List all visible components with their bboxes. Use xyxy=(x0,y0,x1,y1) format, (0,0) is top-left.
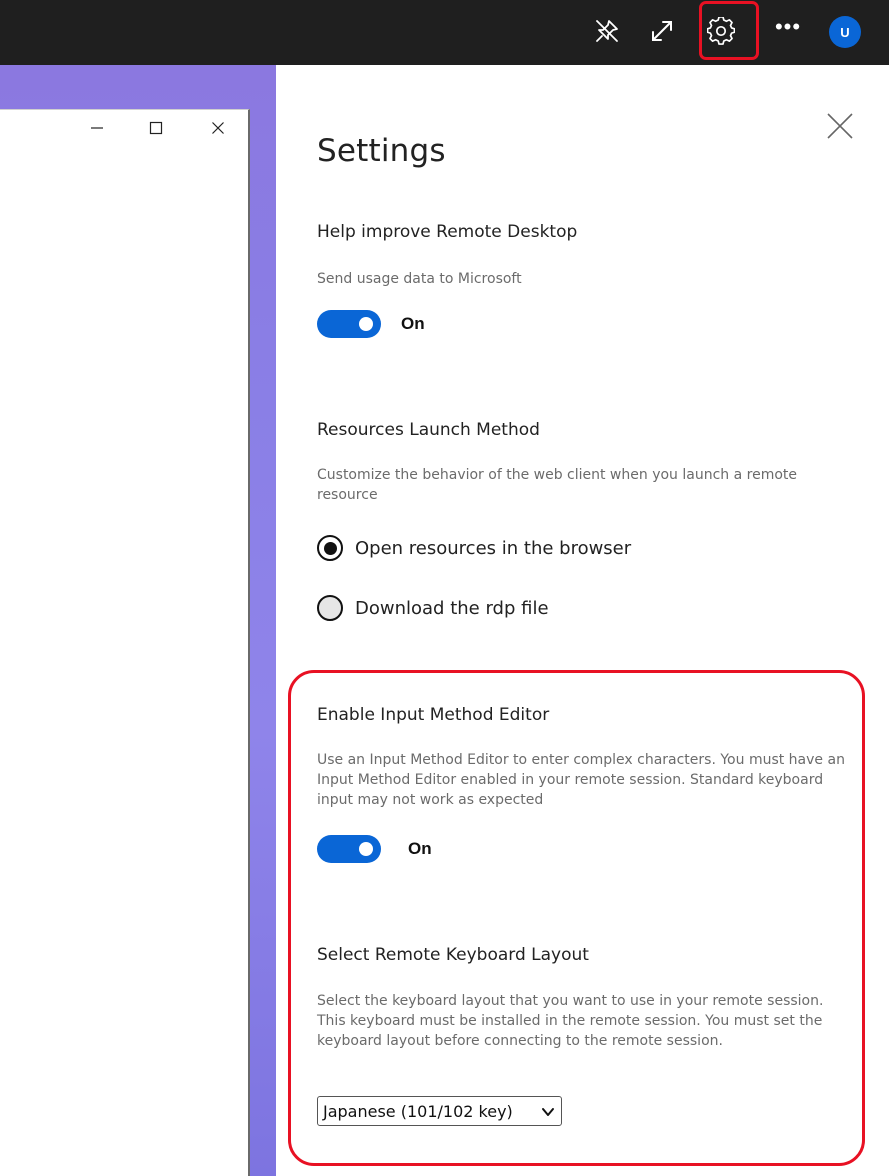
radio-download-rdp[interactable]: Download the rdp file xyxy=(317,595,549,621)
radio-open-in-browser[interactable]: Open resources in the browser xyxy=(317,535,631,561)
close-icon[interactable] xyxy=(208,118,228,138)
keyboard-layout-title: Select Remote Keyboard Layout xyxy=(317,945,589,965)
minimize-icon[interactable] xyxy=(87,118,107,138)
ime-description: Use an Input Method Editor to enter comp… xyxy=(317,752,845,808)
radio-dot xyxy=(323,541,337,555)
telemetry-toggle[interactable] xyxy=(317,310,381,338)
gear-icon[interactable] xyxy=(704,14,738,48)
radio-label: Open resources in the browser xyxy=(355,537,632,559)
pin-off-icon[interactable] xyxy=(590,14,624,48)
launch-method-title: Resources Launch Method xyxy=(317,420,540,440)
more-icon[interactable]: ••• xyxy=(771,14,805,48)
top-bar: ••• U xyxy=(0,0,889,65)
avatar[interactable]: U xyxy=(829,16,861,48)
telemetry-toggle-label: On xyxy=(401,314,425,333)
launch-method-description: Customize the behavior of the web client… xyxy=(317,467,797,503)
toggle-knob xyxy=(359,842,373,856)
settings-close-icon[interactable] xyxy=(826,112,854,140)
expand-icon[interactable] xyxy=(645,14,679,48)
ime-highlight-box xyxy=(288,670,865,1166)
telemetry-description: Send usage data to Microsoft xyxy=(317,271,522,287)
radio-button[interactable] xyxy=(317,535,343,561)
select-value: Japanese (101/102 key) xyxy=(323,1101,513,1121)
radio-button[interactable] xyxy=(317,595,343,621)
ime-title: Enable Input Method Editor xyxy=(317,705,550,725)
telemetry-title: Help improve Remote Desktop xyxy=(317,222,578,242)
avatar-initial: U xyxy=(840,24,850,40)
maximize-icon[interactable] xyxy=(146,118,166,138)
page-title: Settings xyxy=(317,133,446,169)
ime-toggle[interactable] xyxy=(317,835,381,863)
toggle-knob xyxy=(359,317,373,331)
background-window xyxy=(0,109,250,1176)
keyboard-layout-select[interactable]: Japanese (101/102 key) xyxy=(317,1096,562,1126)
ime-toggle-label: On xyxy=(408,839,432,858)
chevron-down-icon xyxy=(541,1105,555,1119)
keyboard-layout-description: Select the keyboard layout that you want… xyxy=(317,993,824,1049)
radio-label: Download the rdp file xyxy=(355,597,549,619)
